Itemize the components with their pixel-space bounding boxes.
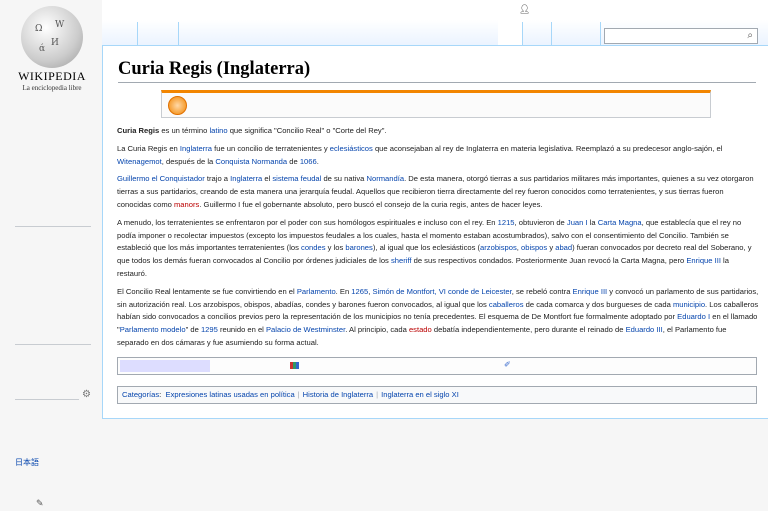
wiki-link[interactable]: Simón de Montfort, VI conde de Leicester	[372, 287, 511, 296]
paragraph: A menudo, los terratenientes se enfrenta…	[117, 217, 759, 281]
wikipedia-logo[interactable]: ΩWИά WIKIPEDIA La enciclopedia libre	[10, 6, 94, 92]
flag-icon	[290, 362, 299, 369]
gear-icon[interactable]: ⚙	[82, 389, 91, 400]
notice-box	[161, 90, 711, 118]
wiki-link[interactable]: Juan I	[567, 218, 588, 227]
tab-separator	[600, 22, 601, 46]
text: . En	[335, 286, 352, 296]
text: El Concilio Real lentamente se fue convi…	[117, 286, 297, 296]
paragraph: El Concilio Real lentamente se fue convi…	[117, 286, 759, 350]
text: que significa "Concilio Real" o "Corte d…	[227, 126, 387, 135]
text: que aconsejaban al rey de Inglaterra en …	[372, 143, 723, 153]
wiki-link[interactable]: Enrique III	[573, 287, 608, 296]
tab-separator	[137, 22, 138, 46]
text: fue un concilio de terratenientes y	[212, 143, 330, 153]
wiki-link[interactable]: latino	[209, 126, 227, 135]
wiki-link[interactable]: 1265	[351, 287, 368, 296]
wiki-link[interactable]: Palacio de Westminster	[266, 325, 345, 334]
tab-separator	[178, 22, 179, 46]
page-title: Curia Regis (Inglaterra)	[118, 59, 756, 83]
text: la	[587, 217, 598, 227]
wiki-link[interactable]: 1295	[201, 325, 218, 334]
search-icon[interactable]: ⌕	[747, 30, 753, 41]
wiki-link[interactable]: obispos	[521, 243, 547, 252]
wiki-link[interactable]: Eduardo III	[626, 325, 663, 334]
wiki-link[interactable]: Carta Magna	[598, 218, 642, 227]
wiki-link[interactable]: caballeros	[489, 300, 524, 309]
notice-icon	[168, 96, 187, 115]
wiki-link[interactable]: sistema feudal	[272, 174, 321, 183]
sidebar-divider	[15, 344, 91, 345]
category-links: Categorías: Expresiones latinas usadas e…	[117, 386, 757, 404]
wiki-link[interactable]: Inglaterra	[180, 144, 212, 153]
tab-separator	[522, 22, 523, 46]
wiki-link[interactable]: Normandía	[367, 174, 405, 183]
text: de sus respectivos condados. Posteriorme…	[411, 256, 687, 266]
text: de su nativa	[321, 174, 367, 184]
category-link[interactable]: Inglaterra en el siglo XI	[381, 390, 459, 399]
paragraph: La Curia Regis en Inglaterra fue un conc…	[117, 143, 759, 169]
search-input[interactable]: ⌕	[604, 28, 758, 44]
text: trajo a	[204, 174, 231, 184]
text: La Curia Regis en	[117, 143, 180, 153]
logo-wordmark: WIKIPEDIA	[18, 69, 86, 83]
paragraph: Curia Regis es un término latino que sig…	[117, 125, 759, 138]
red-link[interactable]: estado	[409, 325, 432, 334]
red-link[interactable]: manors	[174, 200, 199, 209]
navbox-header	[120, 360, 210, 372]
sidebar-divider	[15, 226, 91, 227]
text: , después de la	[161, 156, 216, 166]
language-link-japanese[interactable]: 日本語	[15, 457, 39, 468]
text: .	[316, 156, 319, 166]
text: y los	[325, 243, 346, 253]
text: " de	[185, 325, 201, 335]
text: ), al igual que los eclesiásticos (	[372, 243, 481, 253]
logo-tagline: La enciclopedia libre	[22, 84, 82, 92]
wiki-link[interactable]: eclesiásticos	[330, 144, 373, 153]
wiki-link[interactable]: abad	[555, 243, 572, 252]
text: debatía independientemente, pero durante…	[431, 325, 626, 335]
text: de	[287, 156, 300, 166]
navbox: ✐	[117, 357, 757, 375]
article-body: Curia Regis es un término latino que sig…	[117, 125, 759, 355]
wiki-link[interactable]: 1215	[498, 218, 515, 227]
sidebar-divider	[15, 399, 79, 400]
text: . Guillermo I fue el gobernante absoluto…	[199, 199, 543, 209]
categories-label[interactable]: Categorías	[122, 390, 159, 399]
wiki-link[interactable]: 1066	[300, 157, 317, 166]
wiki-link[interactable]: condes	[301, 243, 326, 252]
text: el	[262, 174, 273, 184]
globe-icon: ΩWИά	[21, 6, 83, 68]
text: de cada comarca y dos burgueses de cada	[523, 299, 673, 309]
wiki-link[interactable]: Witenagemot	[117, 157, 162, 166]
wiki-link[interactable]: municipio	[673, 300, 705, 309]
paragraph: Guillermo el Conquistador trajo a Inglat…	[117, 173, 759, 211]
wiki-link[interactable]: Parlamento	[297, 287, 336, 296]
bold-term: Curia Regis	[117, 126, 160, 135]
wiki-link[interactable]: sheriff	[391, 256, 412, 265]
article-content: Curia Regis (Inglaterra) Curia Regis es …	[102, 45, 768, 419]
wiki-link[interactable]: Guillermo el Conquistador	[117, 174, 205, 183]
user-icon[interactable]: 👤︎	[519, 4, 530, 15]
category-link[interactable]: Historia de Inglaterra	[303, 390, 374, 399]
text: reunido en el	[217, 325, 266, 335]
wiki-link[interactable]: Parlamento modelo	[120, 325, 186, 334]
text: A menudo, los terratenientes se enfrenta…	[117, 217, 498, 227]
text: , obtuvieron de	[514, 217, 567, 227]
pencil-icon[interactable]: ✎	[36, 498, 44, 509]
category-link[interactable]: Expresiones latinas usadas en política	[166, 390, 295, 399]
wiki-link[interactable]: barones	[345, 243, 372, 252]
tab-separator	[551, 22, 552, 46]
wiki-link[interactable]: Inglaterra	[230, 174, 262, 183]
portal-icon[interactable]: ✐	[504, 360, 511, 369]
wiki-link[interactable]: arzobispos	[480, 243, 517, 252]
tab-read[interactable]	[498, 20, 522, 46]
wiki-link[interactable]: Enrique III	[686, 256, 721, 265]
text: . Al principio, cada	[345, 325, 409, 335]
text: es un término	[159, 126, 210, 135]
text: , se rebeló contra	[511, 286, 573, 296]
wiki-link[interactable]: Eduardo I	[677, 312, 710, 321]
wiki-link[interactable]: Conquista Normanda	[215, 157, 287, 166]
